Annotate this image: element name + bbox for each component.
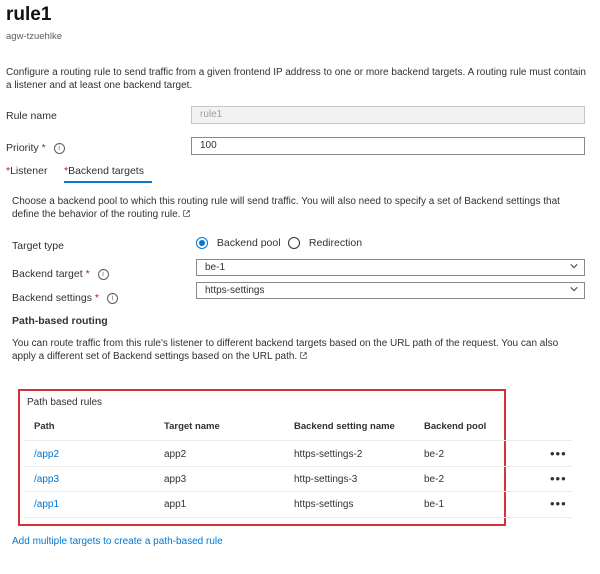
path-routing-heading: Path-based routing: [12, 315, 108, 327]
radio-backend-pool-label: Backend pool: [216, 237, 281, 250]
backend-pool-cell: be-1: [424, 499, 445, 510]
chevron-down-icon: [570, 287, 578, 292]
rule-name-input[interactable]: rule1: [191, 106, 585, 124]
radio-selected-icon[interactable]: [196, 237, 208, 250]
more-actions-icon[interactable]: •••: [550, 497, 567, 510]
column-header-target-name: Target name: [164, 421, 220, 432]
path-rules-title: Path based rules: [27, 397, 103, 408]
backend-target-dropdown[interactable]: be-1: [196, 259, 585, 276]
tab-backend-targets-label: Backend targets: [68, 165, 144, 177]
path-link[interactable]: /app2: [34, 449, 59, 460]
path-routing-description: You can route traffic from this rule's l…: [12, 337, 584, 363]
backend-description-text: Choose a backend pool to which this rout…: [12, 196, 560, 220]
priority-label: Priority: [6, 142, 39, 154]
backend-pool-cell: be-2: [424, 449, 445, 460]
external-link-icon[interactable]: [183, 210, 191, 217]
tab-listener[interactable]: *Listener: [6, 165, 47, 177]
intro-text: Configure a routing rule to send traffic…: [6, 67, 586, 91]
backend-target-label-group: Backend target * i: [12, 268, 109, 280]
info-icon[interactable]: i: [106, 292, 118, 304]
priority-label-group: Priority * i: [6, 142, 65, 154]
radio-unselected-icon[interactable]: [288, 237, 300, 250]
target-name-cell: app2: [164, 449, 187, 460]
tab-backend-targets[interactable]: *Backend targets: [64, 165, 144, 177]
backend-settings-label: Backend settings: [12, 292, 92, 304]
column-header-backend-setting: Backend setting name: [294, 421, 395, 432]
column-header-backend-pool: Backend pool: [424, 421, 487, 432]
path-link[interactable]: /app3: [34, 474, 59, 485]
column-header-path: Path: [34, 421, 55, 432]
required-mark: *: [94, 292, 99, 304]
backend-target-value: be-1: [205, 262, 226, 273]
info-icon[interactable]: i: [97, 268, 109, 280]
radio-redirection[interactable]: Redirection: [288, 237, 363, 250]
more-actions-icon[interactable]: •••: [550, 472, 567, 485]
backend-settings-dropdown[interactable]: https-settings: [196, 282, 585, 299]
backend-pool-cell: be-2: [424, 474, 445, 485]
path-link[interactable]: /app1: [34, 499, 59, 510]
rule-name-label: Rule name: [6, 110, 57, 122]
tab-listener-label: Listener: [10, 165, 48, 177]
page-subtitle: agw-tzuehlke: [6, 31, 62, 42]
target-name-cell: app3: [164, 474, 187, 485]
backend-setting-cell: https-settings: [294, 499, 354, 510]
add-multiple-targets-link[interactable]: Add multiple targets to create a path-ba…: [12, 536, 223, 547]
backend-setting-cell: http-settings-3: [294, 474, 358, 485]
required-mark: *: [85, 268, 90, 280]
backend-settings-label-group: Backend settings * i: [12, 292, 118, 304]
path-routing-description-text: You can route traffic from this rule's l…: [12, 338, 559, 362]
target-name-cell: app1: [164, 499, 187, 510]
row-divider: [24, 517, 572, 518]
chevron-down-icon: [570, 264, 578, 269]
radio-backend-pool[interactable]: Backend pool: [196, 237, 281, 250]
backend-setting-cell: https-settings-2: [294, 449, 363, 460]
more-actions-icon[interactable]: •••: [550, 447, 567, 460]
required-mark: *: [41, 142, 46, 154]
page-title: rule1: [6, 4, 52, 25]
priority-input[interactable]: 100: [191, 137, 585, 155]
active-tab-indicator: [64, 181, 152, 183]
external-link-icon[interactable]: [300, 352, 307, 359]
backend-settings-value: https-settings: [205, 285, 265, 296]
radio-redirection-label: Redirection: [308, 237, 363, 250]
backend-target-label: Backend target: [12, 268, 83, 280]
info-icon[interactable]: i: [53, 142, 65, 154]
backend-description: Choose a backend pool to which this rout…: [12, 195, 584, 221]
target-type-label: Target type: [12, 240, 64, 252]
